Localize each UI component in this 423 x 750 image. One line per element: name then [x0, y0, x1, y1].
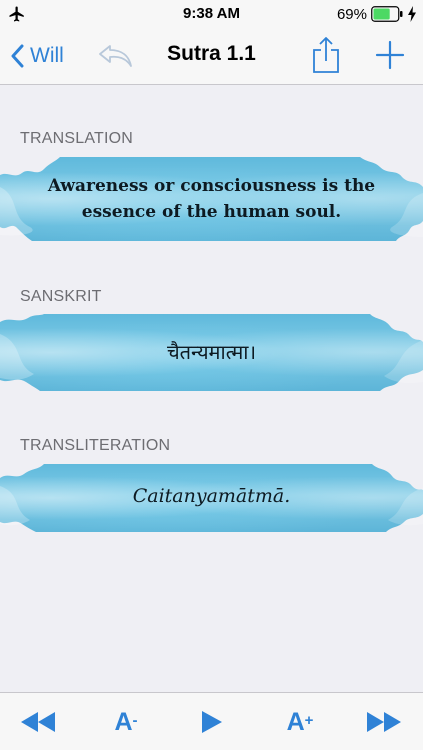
translation-text: Awareness or consciousness is the essenc…: [47, 176, 376, 222]
transliteration-banner: Caitanyamātmā.: [0, 464, 423, 532]
status-bar: 9:38 AM 69%: [0, 0, 423, 28]
battery-icon: [371, 6, 403, 22]
battery-percent: 69%: [336, 5, 367, 23]
fast-forward-button[interactable]: [366, 705, 402, 739]
decrease-font-sign: -: [132, 711, 138, 729]
back-button[interactable]: Will: [10, 41, 64, 71]
rewind-button[interactable]: [20, 705, 56, 739]
navigation-bar: Will Sutra 1.1: [0, 28, 423, 85]
decrease-font-button[interactable]: A-: [108, 705, 144, 739]
chevron-left-icon: [11, 44, 24, 68]
increase-font-label: A: [286, 707, 305, 736]
play-button[interactable]: [200, 705, 224, 739]
sanskrit-banner: चैतन्यमात्मा।: [0, 314, 423, 391]
rewind-icon: [21, 712, 55, 732]
increase-font-button[interactable]: A +: [282, 705, 318, 739]
page-title: Sutra 1.1: [167, 42, 256, 65]
charging-bolt-icon: [408, 6, 416, 22]
sanskrit-text: चैतन्यमात्मा।: [166, 340, 257, 364]
decrease-font-label: A: [114, 707, 133, 736]
battery-status: 69%: [337, 5, 417, 23]
undo-arrow-icon[interactable]: [96, 40, 134, 70]
transliteration-text: Caitanyamātmā.: [132, 485, 291, 507]
translation-banner: Awareness or consciousness is the essenc…: [0, 157, 423, 241]
battery-fill: [373, 8, 390, 20]
fast-forward-icon: [367, 712, 401, 732]
plus-icon[interactable]: [375, 40, 405, 70]
share-icon[interactable]: [311, 36, 341, 74]
bottom-toolbar: A- A +: [0, 692, 423, 750]
play-icon: [202, 711, 222, 733]
screen: 9:38 AM 69% Will Sutra 1.1 TRANSLATION A…: [0, 0, 423, 750]
back-button-label: Will: [30, 44, 64, 67]
increase-font-sign: +: [304, 711, 314, 729]
section-header-sanskrit: SANSKRIT: [20, 288, 102, 305]
section-header-transliteration: TRANSLITERATION: [20, 437, 171, 454]
section-header-translation: TRANSLATION: [20, 130, 134, 147]
